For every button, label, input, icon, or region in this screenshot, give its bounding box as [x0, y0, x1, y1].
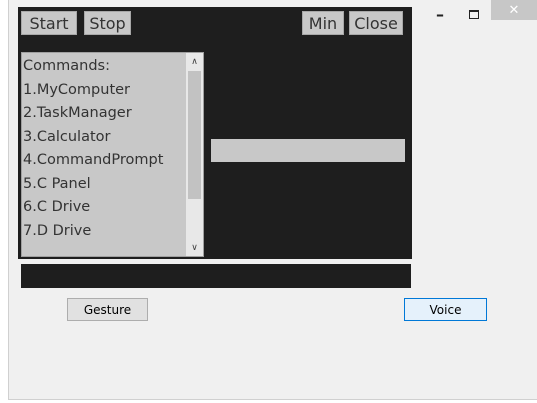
status-bar — [21, 264, 411, 288]
stop-button[interactable]: Stop — [84, 11, 131, 35]
recognized-text-box[interactable] — [211, 139, 405, 162]
scroll-up-icon[interactable]: ∧ — [186, 53, 203, 70]
commands-listbox[interactable]: Commands: 1.MyComputer 2.TaskManager 3.C… — [21, 52, 204, 257]
maximize-icon — [469, 9, 479, 19]
list-item[interactable]: Commands: — [23, 55, 187, 79]
list-item[interactable]: 5.C Panel — [23, 173, 187, 197]
list-item[interactable]: 3.Calculator — [23, 126, 187, 150]
list-item[interactable]: 2.TaskManager — [23, 102, 187, 126]
scroll-down-icon[interactable]: ∨ — [186, 239, 203, 256]
close-button[interactable]: Close — [349, 11, 403, 35]
list-item[interactable]: 4.CommandPrompt — [23, 149, 187, 173]
gesture-button[interactable]: Gesture — [67, 298, 148, 321]
window-maximize-button[interactable] — [457, 0, 491, 28]
commands-scrollbar[interactable]: ∧ ∨ — [186, 53, 203, 256]
commands-list: Commands: 1.MyComputer 2.TaskManager 3.C… — [23, 55, 187, 243]
list-item[interactable]: 7.D Drive — [23, 220, 187, 244]
start-button[interactable]: Start — [21, 11, 77, 35]
close-icon: ✕ — [508, 2, 520, 18]
window-minimize-button[interactable]: – — [423, 0, 457, 28]
voice-button[interactable]: Voice — [404, 298, 487, 321]
window-close-button[interactable]: ✕ — [491, 0, 537, 20]
list-item[interactable]: 6.C Drive — [23, 196, 187, 220]
scrollbar-thumb[interactable] — [188, 71, 201, 199]
list-item[interactable]: 1.MyComputer — [23, 79, 187, 103]
min-button[interactable]: Min — [302, 11, 344, 35]
minimize-icon: – — [436, 4, 444, 24]
